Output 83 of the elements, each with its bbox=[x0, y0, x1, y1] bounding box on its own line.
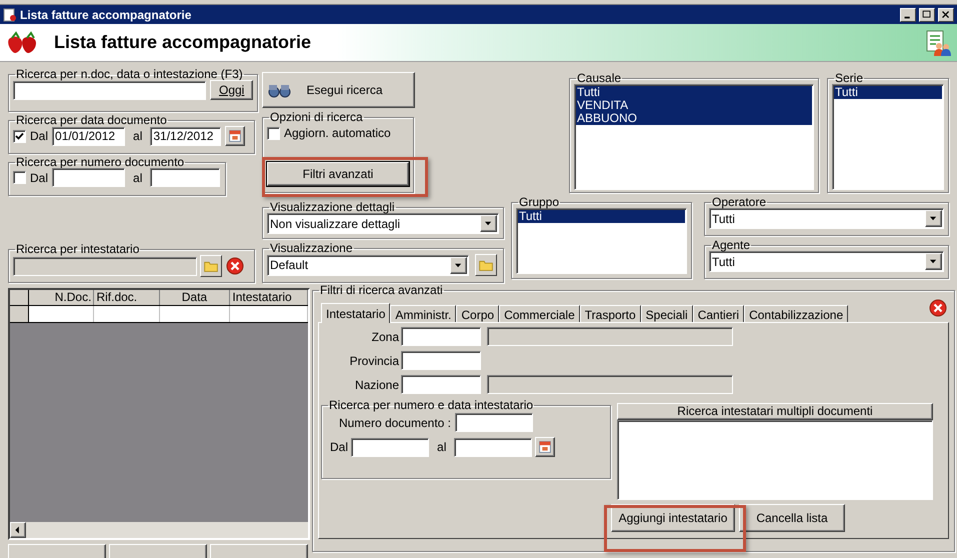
to-label: al bbox=[133, 170, 142, 186]
binoculars-icon bbox=[266, 82, 292, 98]
scroll-left-icon[interactable] bbox=[10, 522, 26, 538]
group-label: Serie bbox=[834, 72, 864, 84]
from-label: Dal bbox=[30, 170, 48, 186]
date-field[interactable]: 31/12/2012 bbox=[150, 126, 222, 146]
from-label: Dal bbox=[330, 439, 348, 456]
list-item[interactable]: Tutti bbox=[576, 86, 812, 99]
action-button[interactable]: Cancella lista bbox=[739, 504, 845, 532]
group-label: Operatore bbox=[711, 196, 768, 208]
dropdown[interactable]: Default bbox=[267, 254, 469, 276]
group-label: Filtri di ricerca avanzati bbox=[319, 284, 444, 296]
list-item[interactable]: Tutti bbox=[834, 86, 942, 99]
group-label: Causale bbox=[576, 72, 622, 84]
group-label: Ricerca per numero e data intestatario bbox=[328, 399, 534, 411]
tab[interactable]: Contabilizzazione bbox=[744, 305, 848, 322]
checkbox[interactable] bbox=[13, 171, 26, 184]
list-item[interactable]: Tutti bbox=[518, 210, 685, 223]
dropdown[interactable]: Non visualizzare dettagli bbox=[267, 213, 499, 234]
folder-icon[interactable] bbox=[200, 255, 222, 277]
window-title: Lista fatture accompagnatorie bbox=[20, 6, 192, 24]
text-field[interactable] bbox=[13, 80, 206, 100]
group-label: Ricerca per intestatario bbox=[15, 243, 140, 255]
group-label: Agente bbox=[711, 239, 752, 251]
from-label: Dal bbox=[30, 128, 48, 145]
group-label: Visualizzazione bbox=[269, 242, 354, 254]
field-label: Provincia bbox=[348, 352, 399, 370]
column-header[interactable]: Rif.doc. bbox=[94, 290, 160, 305]
close-icon[interactable] bbox=[928, 298, 948, 318]
checkbox[interactable] bbox=[267, 126, 280, 140]
folder-icon[interactable] bbox=[475, 254, 497, 276]
date-field[interactable]: 01/01/2012 bbox=[52, 126, 126, 146]
group-label: Visualizzazione dettagli bbox=[269, 201, 396, 213]
column-header[interactable]: N.Doc. bbox=[29, 290, 94, 305]
tab[interactable]: Corpo bbox=[456, 305, 500, 322]
description-field[interactable] bbox=[487, 327, 733, 346]
text-field[interactable] bbox=[401, 375, 481, 394]
minimize-icon[interactable] bbox=[900, 8, 916, 22]
option-label: Aggiorn. automatico bbox=[284, 125, 391, 142]
horizontal-scrollbar[interactable] bbox=[10, 522, 308, 538]
group-label: Ricerca per n.doc, data o intestazione (F3) bbox=[15, 68, 244, 80]
search-button[interactable]: Esegui ricerca bbox=[262, 72, 415, 108]
dropdown[interactable]: Tutti bbox=[709, 208, 944, 229]
text-field[interactable] bbox=[13, 256, 197, 276]
tab[interactable]: Cantieri bbox=[692, 305, 744, 322]
text-field[interactable] bbox=[401, 351, 481, 370]
tab[interactable]: Amministr. bbox=[390, 305, 456, 322]
today-button[interactable]: Oggi bbox=[210, 80, 254, 100]
app-icon bbox=[3, 8, 17, 22]
field-label: Nazione bbox=[354, 376, 399, 394]
group-label: Opzioni di ricerca bbox=[269, 111, 364, 123]
text-field[interactable] bbox=[454, 438, 532, 456]
group-label: Gruppo bbox=[518, 196, 560, 208]
text-field[interactable] bbox=[351, 438, 430, 456]
text-field[interactable] bbox=[52, 168, 126, 187]
checkbox[interactable] bbox=[13, 130, 26, 142]
maximize-icon[interactable] bbox=[919, 8, 935, 22]
calendar-icon[interactable] bbox=[225, 126, 246, 146]
column-header[interactable]: Intestatario bbox=[230, 290, 308, 305]
tab[interactable]: Commerciale bbox=[499, 305, 580, 322]
list-item[interactable]: VENDITA bbox=[576, 99, 812, 112]
to-label: al bbox=[133, 128, 142, 145]
text-field[interactable] bbox=[150, 168, 220, 187]
user-list-icon[interactable] bbox=[925, 28, 951, 56]
description-field[interactable] bbox=[487, 375, 733, 394]
field-label: Zona bbox=[370, 328, 399, 346]
list-item[interactable]: ABBUONO bbox=[576, 112, 812, 125]
text-field[interactable] bbox=[455, 413, 533, 432]
column-header[interactable]: Data bbox=[160, 290, 230, 305]
tab[interactable]: Intestatario bbox=[321, 303, 390, 323]
delete-icon[interactable] bbox=[225, 256, 245, 276]
advanced-filters-button[interactable]: Filtri avanzati bbox=[267, 162, 409, 186]
to-label: al bbox=[437, 439, 446, 456]
list-header: Ricerca intestatari multipli documenti bbox=[617, 403, 933, 420]
tab[interactable]: Trasporto bbox=[580, 305, 641, 322]
field-label: Numero documento : bbox=[338, 414, 451, 432]
group-label: Ricerca per numero documento bbox=[15, 156, 186, 168]
calendar-icon[interactable] bbox=[535, 437, 556, 457]
text-field[interactable] bbox=[401, 327, 481, 346]
dropdown[interactable]: Tutti bbox=[709, 251, 944, 272]
group-label: Ricerca per data documento bbox=[15, 114, 168, 126]
page-title: Lista fatture accompagnatorie bbox=[54, 31, 312, 54]
tab[interactable]: Speciali bbox=[640, 305, 693, 322]
